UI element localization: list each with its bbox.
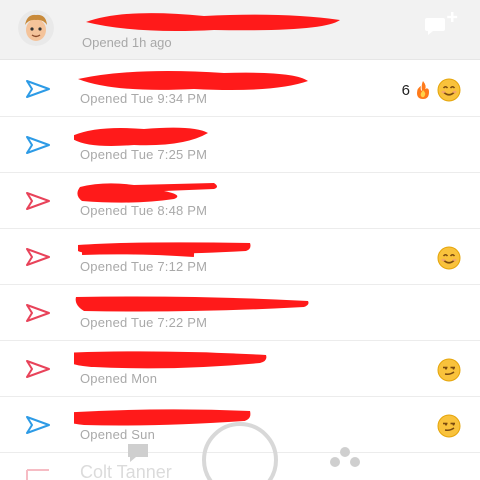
friends-nav-icon[interactable] xyxy=(328,446,362,470)
redacted-name xyxy=(86,13,340,32)
new-chat-icon[interactable] xyxy=(424,10,464,40)
sent-arrow-blue-icon xyxy=(26,136,50,154)
chat-nav-icon[interactable] xyxy=(126,442,150,464)
chat-status: Opened Tue 8:48 PM xyxy=(80,203,208,218)
fire-icon xyxy=(417,81,429,99)
avatar[interactable] xyxy=(18,10,54,46)
sent-arrow-red-icon xyxy=(26,360,50,378)
streak-count: 6 xyxy=(401,81,410,99)
sent-arrow-red-icon xyxy=(26,304,50,322)
bottom-nav xyxy=(0,412,480,480)
chat-status: Opened Mon xyxy=(80,371,158,386)
smile-emoji-icon xyxy=(437,78,461,102)
chat-list: Opened Tue 9:34 PM 6 Opened Tue 7:25 PM … xyxy=(0,61,480,453)
redacted-name xyxy=(74,351,267,369)
chat-meta: 6 xyxy=(402,77,462,103)
chat-row[interactable]: Opened Tue 7:12 PM xyxy=(0,229,480,285)
chat-meta xyxy=(436,357,462,383)
smirk-emoji-icon xyxy=(437,358,461,382)
chat-status: Opened Tue 7:25 PM xyxy=(80,147,208,162)
sent-arrow-red-icon xyxy=(26,248,50,266)
chat-meta xyxy=(436,245,462,271)
header-subtitle: Opened 1h ago xyxy=(82,35,172,50)
chat-status: Opened Tue 7:22 PM xyxy=(80,315,208,330)
redacted-name xyxy=(77,183,217,203)
chat-row[interactable]: Opened Tue 7:25 PM xyxy=(0,117,480,173)
chat-status: Opened Tue 7:12 PM xyxy=(80,259,208,274)
camera-capture-button[interactable] xyxy=(200,422,280,480)
chat-header: Opened 1h ago xyxy=(0,0,480,60)
sent-arrow-red-icon xyxy=(26,192,50,210)
chat-row[interactable]: Opened Tue 9:34 PM 6 xyxy=(0,61,480,117)
redacted-name xyxy=(78,71,308,90)
redacted-name xyxy=(74,127,208,146)
smile-emoji-icon xyxy=(437,246,461,270)
chat-status: Opened Tue 9:34 PM xyxy=(80,91,208,106)
sent-arrow-blue-icon xyxy=(26,80,50,98)
chat-row[interactable]: Opened Tue 8:48 PM xyxy=(0,173,480,229)
chat-row[interactable]: Opened Mon xyxy=(0,341,480,397)
redacted-name xyxy=(75,296,309,312)
redacted-name xyxy=(78,242,251,257)
chat-row[interactable]: Opened Tue 7:22 PM xyxy=(0,285,480,341)
